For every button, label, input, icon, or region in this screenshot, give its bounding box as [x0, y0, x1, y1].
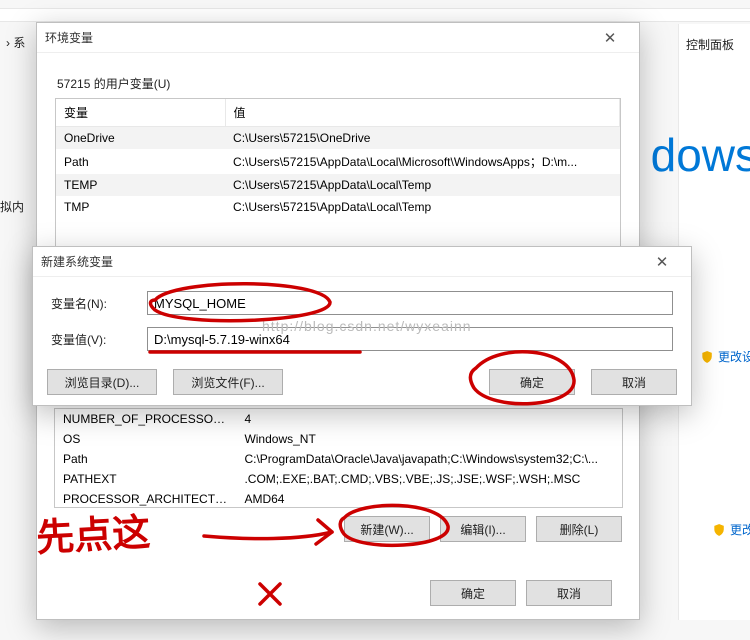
- var-value-cell: .COM;.EXE;.BAT;.CMD;.VBS;.VBE;.JS;.JSE;.…: [236, 469, 622, 489]
- col-header-name[interactable]: 变量: [56, 99, 225, 127]
- control-panel-label: 控制面板: [686, 36, 734, 53]
- new-ok-button[interactable]: 确定: [489, 369, 575, 395]
- var-value-cell: C:\Users\57215\AppData\Local\Microsoft\W…: [225, 149, 619, 174]
- var-value-cell: C:\Users\57215\OneDrive: [225, 127, 619, 150]
- user-vars-table[interactable]: 变量 值 OneDriveC:\Users\57215\OneDrivePath…: [55, 98, 621, 248]
- var-name-cell: TMP: [56, 196, 225, 218]
- var-value-cell: C:\ProgramData\Oracle\Java\javapath;C:\W…: [236, 449, 622, 469]
- user-vars-group-label: 57215 的用户变量(U): [57, 75, 621, 92]
- var-name-cell: TEMP: [56, 174, 225, 196]
- env-cancel-button[interactable]: 取消: [526, 580, 612, 606]
- var-value-cell: Windows_NT: [236, 429, 622, 449]
- delete-sysvar-button[interactable]: 删除(L): [536, 516, 622, 542]
- browse-file-button[interactable]: 浏览文件(F)...: [173, 369, 283, 395]
- var-value-cell: C:\Users\57215\AppData\Local\Temp: [225, 174, 619, 196]
- edit-sysvar-button[interactable]: 编辑(I)...: [440, 516, 526, 542]
- env-ok-button[interactable]: 确定: [430, 580, 516, 606]
- var-name-cell: OneDrive: [56, 127, 225, 150]
- table-row[interactable]: PROCESSOR_ARCHITECTUREAMD64: [55, 489, 622, 508]
- var-name-cell: Path: [56, 149, 225, 174]
- var-name-cell: PROCESSOR_ARCHITECTURE: [55, 489, 236, 508]
- var-name-cell: NUMBER_OF_PROCESSORS: [55, 409, 236, 429]
- col-header-value[interactable]: 值: [225, 99, 619, 127]
- var-value-cell: 4: [236, 409, 622, 429]
- table-row[interactable]: PathC:\Users\57215\AppData\Local\Microso…: [56, 149, 620, 174]
- env-dialog-buttons: 确定 取消: [430, 580, 612, 606]
- change-settings-link-2[interactable]: 更改: [712, 521, 750, 538]
- new-close-button[interactable]: ✕: [641, 248, 683, 276]
- table-row[interactable]: TMPC:\Users\57215\AppData\Local\Temp: [56, 196, 620, 218]
- new-sysvar-button[interactable]: 新建(W)...: [344, 516, 430, 542]
- var-value-cell: C:\Users\57215\AppData\Local\Temp: [225, 196, 619, 218]
- change-settings-link-1[interactable]: 更改设: [700, 348, 750, 365]
- table-row[interactable]: TEMPC:\Users\57215\AppData\Local\Temp: [56, 174, 620, 196]
- var-name-cell: PATHEXT: [55, 469, 236, 489]
- table-row[interactable]: NUMBER_OF_PROCESSORS4: [55, 409, 622, 429]
- table-row[interactable]: OneDriveC:\Users\57215\OneDrive: [56, 127, 620, 150]
- system-vars-table[interactable]: NUMBER_OF_PROCESSORS4OSWindows_NTPathC:\…: [54, 408, 623, 508]
- new-cancel-button[interactable]: 取消: [591, 369, 677, 395]
- browse-dir-button[interactable]: 浏览目录(D)...: [47, 369, 157, 395]
- table-row[interactable]: PathC:\ProgramData\Oracle\Java\javapath;…: [55, 449, 622, 469]
- var-value-label: 变量值(V):: [51, 331, 147, 348]
- var-name-label: 变量名(N):: [51, 295, 147, 312]
- var-name-input[interactable]: [147, 291, 673, 315]
- table-row[interactable]: OSWindows_NT: [55, 429, 622, 449]
- new-titlebar[interactable]: 新建系统变量 ✕: [33, 247, 691, 277]
- shield-icon: [712, 523, 726, 537]
- env-close-button[interactable]: ✕: [589, 24, 631, 52]
- env-title: 环境变量: [45, 29, 93, 46]
- var-name-cell: OS: [55, 429, 236, 449]
- breadcrumb-fragment: › 系: [6, 34, 25, 51]
- change-settings-label: 更改设: [718, 348, 750, 365]
- var-name-cell: Path: [55, 449, 236, 469]
- change-settings-label-2: 更改: [730, 521, 750, 538]
- close-icon: ✕: [604, 29, 617, 47]
- env-titlebar[interactable]: 环境变量 ✕: [37, 23, 639, 53]
- windows-brand-fragment: dows: [651, 128, 750, 182]
- virtual-label: 拟内: [0, 198, 24, 215]
- new-sysvar-dialog: 新建系统变量 ✕ 变量名(N): 变量值(V): 浏览目录(D)... 浏览文件…: [32, 246, 692, 406]
- var-value-input[interactable]: [147, 327, 673, 351]
- new-title: 新建系统变量: [41, 253, 113, 270]
- close-icon: ✕: [656, 253, 669, 271]
- system-vars-button-row: 新建(W)... 编辑(I)... 删除(L): [344, 516, 622, 542]
- table-row[interactable]: PATHEXT.COM;.EXE;.BAT;.CMD;.VBS;.VBE;.JS…: [55, 469, 622, 489]
- shield-icon: [700, 350, 714, 364]
- var-value-cell: AMD64: [236, 489, 622, 508]
